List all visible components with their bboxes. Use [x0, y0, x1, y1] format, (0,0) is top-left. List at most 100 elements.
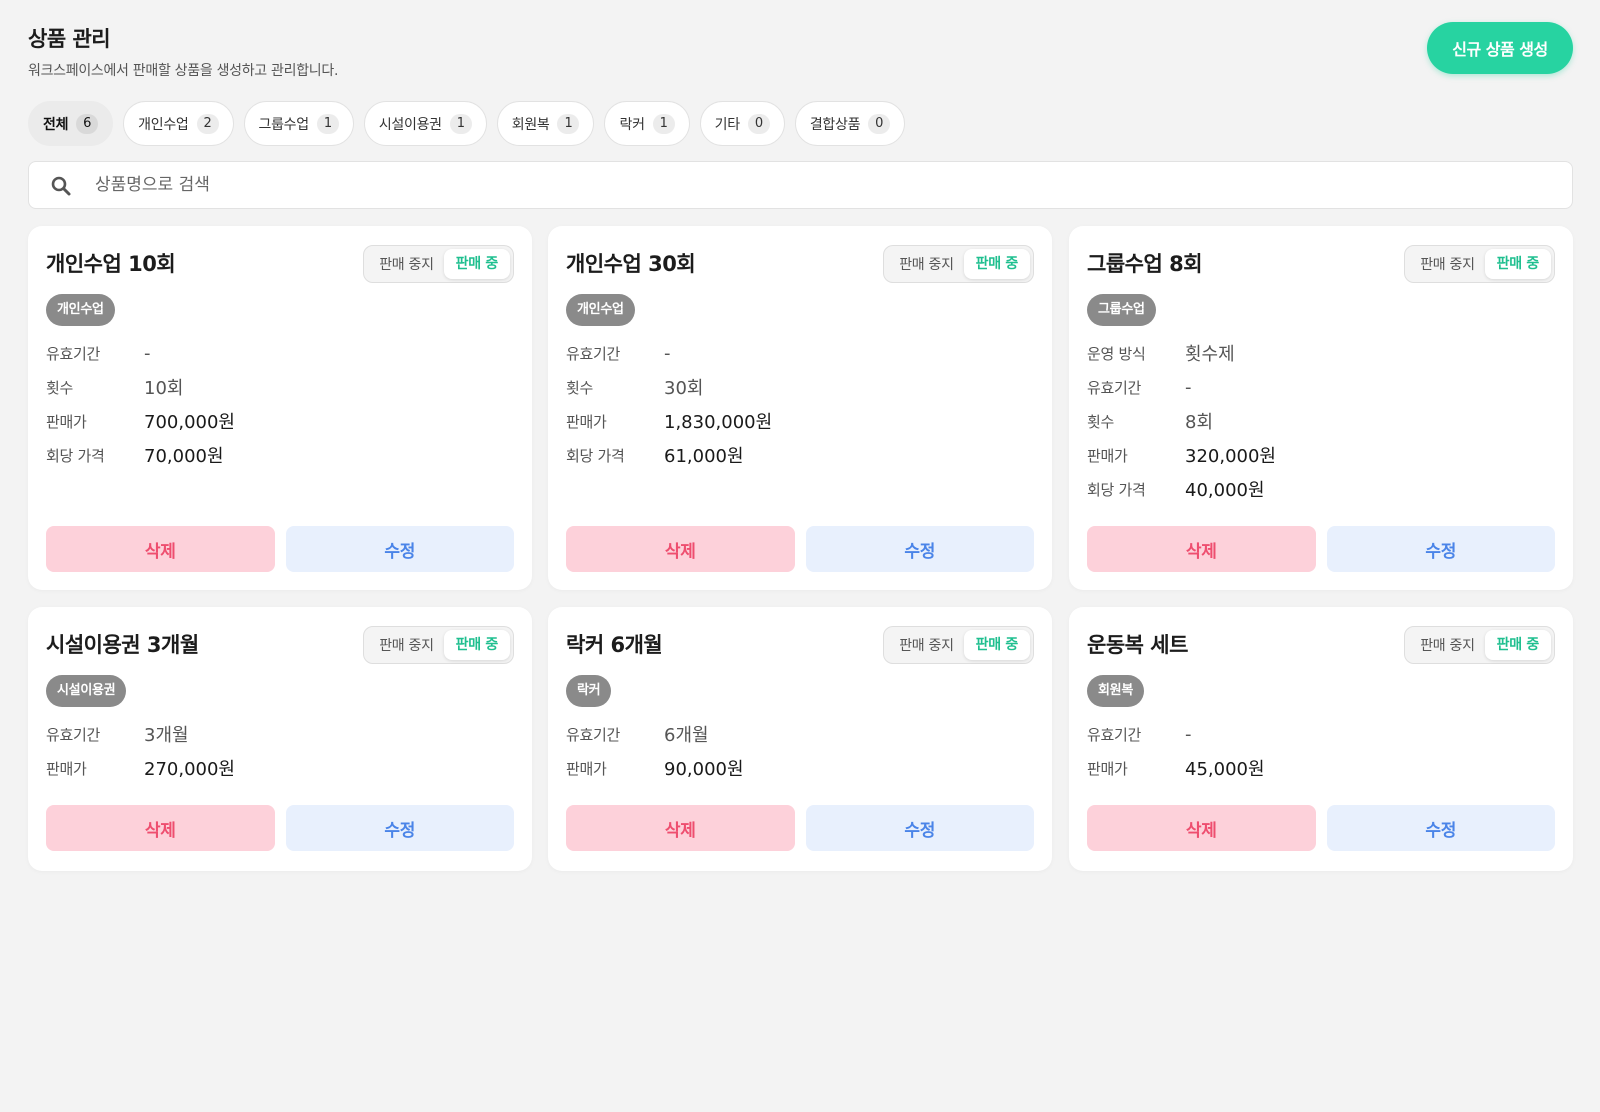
edit-button[interactable]: 수정 — [285, 526, 514, 572]
info-label: 판매가 — [1087, 446, 1128, 465]
product-title: 시설이용권 3개월 — [46, 633, 199, 657]
edit-button[interactable]: 수정 — [285, 805, 514, 851]
info-label: 회당 가격 — [566, 446, 625, 465]
info-row-validity: 유효기간 6개월 — [566, 717, 744, 751]
filter-chip-count: 0 — [747, 113, 770, 134]
info-row-price: 판매가 320,000원 — [1087, 438, 1276, 472]
info-row-operation: 운영 방식 횟수제 — [1087, 336, 1276, 370]
info-value: - — [664, 342, 671, 364]
info-row-price: 판매가 90,000원 — [566, 751, 744, 785]
category-badge: 시설이용권 — [46, 675, 127, 707]
info-row-price: 판매가 270,000원 — [46, 751, 235, 785]
product-info: 유효기간 6개월 판매가 90,000원 — [566, 717, 744, 785]
stop-sale-option[interactable]: 판매 중지 — [1408, 635, 1484, 655]
info-value: 횟수제 — [1185, 344, 1235, 365]
category-badge: 회원복 — [1087, 675, 1144, 707]
sale-status-toggle: 판매 중지 판매 중 — [1404, 626, 1555, 664]
edit-button[interactable]: 수정 — [805, 805, 1034, 851]
stop-sale-option[interactable]: 판매 중지 — [887, 635, 963, 655]
info-label: 유효기간 — [566, 344, 621, 363]
page-title: 상품 관리 — [28, 27, 111, 51]
filter-chip-label: 기타 — [714, 116, 740, 133]
info-value: - — [144, 342, 151, 364]
info-value: 6개월 — [664, 725, 709, 746]
product-title: 그룹수업 8회 — [1087, 252, 1203, 276]
delete-button[interactable]: 삭제 — [46, 805, 275, 851]
edit-button[interactable]: 수정 — [1326, 526, 1555, 572]
sale-status-toggle: 판매 중지 판매 중 — [363, 626, 514, 664]
product-info: 운영 방식 횟수제 유효기간 - 횟수 8회 판매가 320,000원 회당 가… — [1087, 336, 1276, 506]
search-icon — [51, 176, 71, 196]
on-sale-option[interactable]: 판매 중 — [1484, 630, 1551, 660]
info-value: - — [1185, 723, 1192, 745]
info-label: 판매가 — [46, 412, 87, 431]
card-actions: 삭제 수정 — [566, 805, 1034, 851]
delete-button[interactable]: 삭제 — [1087, 805, 1316, 851]
info-label: 회당 가격 — [1087, 480, 1146, 499]
info-row-validity: 유효기간 - — [1087, 370, 1276, 404]
filter-chip-bundle[interactable]: 결합상품 0 — [794, 101, 906, 146]
filter-chip-etc[interactable]: 기타 0 — [699, 101, 785, 146]
info-label: 횟수 — [1087, 412, 1115, 431]
stop-sale-option[interactable]: 판매 중지 — [1408, 254, 1484, 274]
info-value: 45,000원 — [1185, 759, 1265, 780]
sale-status-toggle: 판매 중지 판매 중 — [883, 245, 1034, 283]
on-sale-option[interactable]: 판매 중 — [443, 249, 510, 279]
delete-button[interactable]: 삭제 — [1087, 526, 1316, 572]
on-sale-option[interactable]: 판매 중 — [963, 630, 1030, 660]
search-box — [28, 161, 1573, 209]
info-row-price: 판매가 700,000원 — [46, 404, 235, 438]
sale-status-toggle: 판매 중지 판매 중 — [363, 245, 514, 283]
filter-chip-label: 회원복 — [511, 116, 550, 133]
product-title: 개인수업 30회 — [566, 252, 696, 276]
filter-chip-group[interactable]: 그룹수업 1 — [243, 101, 354, 146]
info-label: 유효기간 — [1087, 378, 1142, 397]
filter-chip-count: 1 — [316, 113, 339, 134]
filter-chip-label: 결합상품 — [809, 116, 861, 133]
info-label: 운영 방식 — [1087, 344, 1146, 363]
on-sale-option[interactable]: 판매 중 — [443, 630, 510, 660]
filter-chip-personal[interactable]: 개인수업 2 — [123, 101, 234, 146]
edit-button[interactable]: 수정 — [805, 526, 1034, 572]
edit-button[interactable]: 수정 — [1326, 805, 1555, 851]
filter-chip-uniform[interactable]: 회원복 1 — [496, 101, 595, 146]
info-value: - — [1185, 376, 1192, 398]
info-row-count: 횟수 10회 — [46, 370, 235, 404]
filter-chip-locker[interactable]: 락커 1 — [604, 101, 690, 146]
filter-chip-all[interactable]: 전체 6 — [28, 101, 114, 146]
filter-chip-label: 개인수업 — [138, 116, 189, 133]
info-value: 320,000원 — [1185, 446, 1276, 467]
product-card: 운동복 세트 판매 중지 판매 중 회원복 유효기간 - 판매가 45,000원… — [1069, 607, 1573, 871]
info-row-validity: 유효기간 - — [46, 336, 235, 370]
stop-sale-option[interactable]: 판매 중지 — [367, 254, 443, 274]
info-row-count: 횟수 30회 — [566, 370, 772, 404]
search-input[interactable] — [95, 162, 1495, 208]
card-actions: 삭제 수정 — [566, 526, 1034, 572]
product-title: 운동복 세트 — [1087, 633, 1188, 657]
info-label: 판매가 — [46, 759, 87, 778]
info-label: 유효기간 — [1087, 725, 1142, 744]
product-card: 락커 6개월 판매 중지 판매 중 락커 유효기간 6개월 판매가 90,000… — [548, 607, 1052, 871]
stop-sale-option[interactable]: 판매 중지 — [367, 635, 443, 655]
on-sale-option[interactable]: 판매 중 — [1484, 249, 1551, 279]
filter-chip-count: 1 — [449, 113, 472, 134]
filter-chip-facility[interactable]: 시설이용권 1 — [363, 101, 487, 146]
info-value: 61,000원 — [664, 446, 744, 467]
create-product-button[interactable]: 신규 상품 생성 — [1427, 22, 1573, 74]
delete-button[interactable]: 삭제 — [566, 526, 795, 572]
info-row-validity: 유효기간 - — [566, 336, 772, 370]
on-sale-option[interactable]: 판매 중 — [963, 249, 1030, 279]
stop-sale-option[interactable]: 판매 중지 — [887, 254, 963, 274]
filter-chip-count: 6 — [76, 113, 99, 134]
delete-button[interactable]: 삭제 — [566, 805, 795, 851]
product-card: 개인수업 10회 판매 중지 판매 중 개인수업 유효기간 - 횟수 10회 판… — [28, 226, 532, 590]
filter-chip-label: 락커 — [619, 116, 645, 133]
info-value: 90,000원 — [664, 759, 744, 780]
info-row-per-session: 회당 가격 40,000원 — [1087, 472, 1276, 506]
info-label: 회당 가격 — [46, 446, 105, 465]
info-row-price: 판매가 45,000원 — [1087, 751, 1265, 785]
delete-button[interactable]: 삭제 — [46, 526, 275, 572]
page-subtitle: 워크스페이스에서 판매할 상품을 생성하고 관리합니다. — [28, 63, 339, 79]
info-value: 270,000원 — [144, 759, 235, 780]
info-label: 유효기간 — [46, 725, 101, 744]
